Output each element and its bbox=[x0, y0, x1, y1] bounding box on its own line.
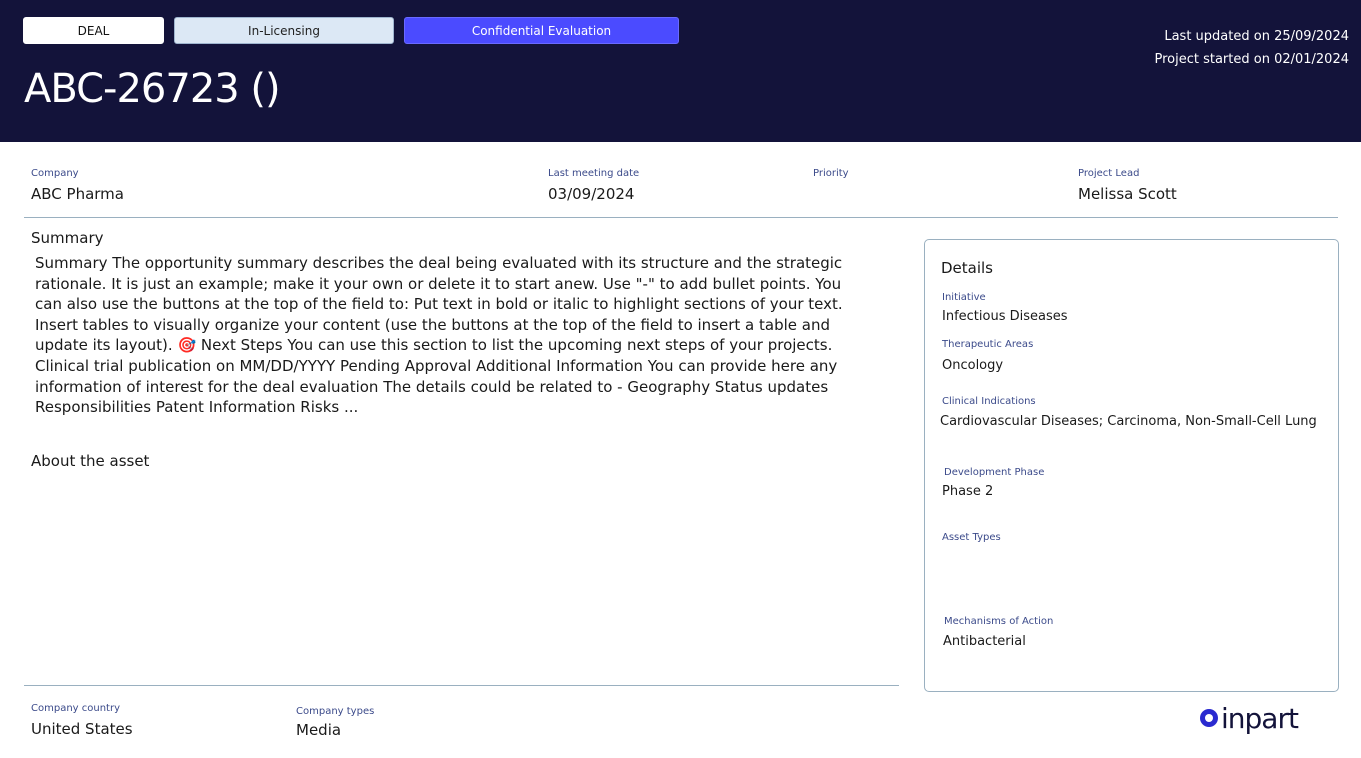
inpart-logo-text: inpart bbox=[1221, 701, 1299, 735]
development-phase-value: Phase 2 bbox=[942, 484, 994, 499]
company-value: ABC Pharma bbox=[31, 185, 124, 203]
last-updated-text: Last updated on 25/09/2024 bbox=[1164, 29, 1349, 44]
summary-body: Summary The opportunity summary describe… bbox=[35, 254, 843, 417]
details-card: Details Initiative Infectious Diseases T… bbox=[924, 239, 1339, 692]
priority-label: Priority bbox=[813, 168, 849, 179]
initiative-label: Initiative bbox=[942, 292, 986, 303]
details-title: Details bbox=[941, 259, 994, 277]
last-meeting-label: Last meeting date bbox=[548, 168, 640, 179]
summary-title: Summary bbox=[31, 229, 104, 247]
page-title: ABC-26723 () bbox=[24, 66, 281, 112]
company-label: Company bbox=[31, 168, 79, 179]
mechanisms-of-action-value: Antibacterial bbox=[943, 634, 1026, 649]
about-asset-title: About the asset bbox=[31, 452, 150, 470]
mechanisms-of-action-label: Mechanisms of Action bbox=[944, 616, 1054, 627]
initiative-value: Infectious Diseases bbox=[942, 309, 1068, 324]
project-lead-value: Melissa Scott bbox=[1078, 185, 1177, 203]
asset-types-label: Asset Types bbox=[942, 532, 1001, 543]
clinical-indications-label: Clinical Indications bbox=[942, 396, 1036, 407]
clinical-indications-value: Cardiovascular Diseases; Carcinoma, Non-… bbox=[940, 414, 1317, 429]
company-types-value: Media bbox=[296, 721, 342, 739]
project-lead-label: Project Lead bbox=[1078, 168, 1140, 179]
inpart-logo: inpart bbox=[1200, 700, 1299, 736]
company-country-label: Company country bbox=[31, 703, 120, 714]
company-types-label: Company types bbox=[296, 706, 375, 717]
deal-badge: DEAL bbox=[23, 17, 164, 44]
page-header: DEAL In-Licensing Confidential Evaluatio… bbox=[0, 0, 1361, 142]
therapeutic-areas-label: Therapeutic Areas bbox=[942, 339, 1034, 350]
last-meeting-value: 03/09/2024 bbox=[548, 185, 635, 203]
inpart-logo-icon bbox=[1200, 709, 1218, 727]
therapeutic-areas-value: Oncology bbox=[942, 358, 1004, 373]
project-started-text: Project started on 02/01/2024 bbox=[1154, 52, 1349, 67]
deal-type-badge: In-Licensing bbox=[174, 17, 394, 44]
project-dates: Last updated on 25/09/2024 Project start… bbox=[1154, 25, 1349, 71]
status-badge: Confidential Evaluation bbox=[404, 17, 679, 44]
company-country-value: United States bbox=[31, 720, 133, 738]
meta-divider bbox=[24, 217, 1338, 218]
development-phase-label: Development Phase bbox=[944, 467, 1045, 478]
footer-divider bbox=[24, 685, 899, 686]
